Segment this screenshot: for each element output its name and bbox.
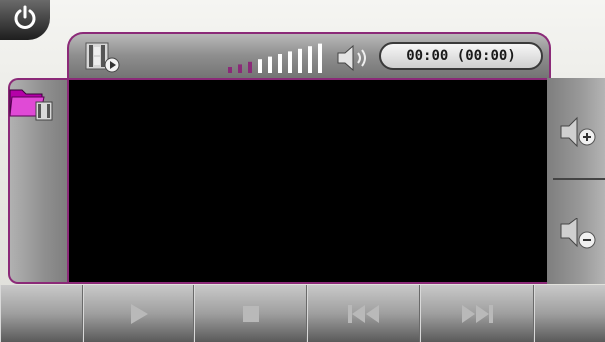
previous-button[interactable] xyxy=(307,285,420,342)
volume-level-bars[interactable] xyxy=(224,43,334,75)
transport-spacer-right xyxy=(534,285,605,342)
right-panel xyxy=(547,78,605,284)
play-icon xyxy=(130,303,148,324)
volume-up-icon[interactable] xyxy=(557,115,601,149)
previous-icon xyxy=(347,304,379,323)
volume-bar[interactable] xyxy=(308,46,312,73)
volume-bar[interactable] xyxy=(278,54,282,73)
right-panel-divider xyxy=(553,178,605,180)
stop-button[interactable] xyxy=(194,285,307,342)
next-icon xyxy=(462,304,493,323)
volume-down-icon[interactable] xyxy=(557,218,601,252)
volume-bar[interactable] xyxy=(288,51,292,73)
stop-icon xyxy=(242,305,259,322)
video-display[interactable] xyxy=(67,78,549,284)
volume-bar[interactable] xyxy=(248,61,252,73)
speaker-icon[interactable] xyxy=(335,43,375,73)
play-button[interactable] xyxy=(83,285,194,342)
volume-bar[interactable] xyxy=(318,43,322,73)
transport-bar xyxy=(0,285,605,342)
power-button[interactable] xyxy=(0,0,50,40)
next-button[interactable] xyxy=(420,285,534,342)
transport-spacer-left xyxy=(0,285,83,342)
volume-bar[interactable] xyxy=(258,59,262,73)
volume-bar[interactable] xyxy=(238,64,242,73)
volume-bar[interactable] xyxy=(228,67,232,73)
power-icon xyxy=(14,5,36,29)
folder-video-icon[interactable] xyxy=(8,84,56,122)
top-bar: 00:00 (00:00) xyxy=(67,32,551,82)
video-file-icon xyxy=(85,42,120,73)
time-display: 00:00 (00:00) xyxy=(379,42,543,70)
volume-bar[interactable] xyxy=(268,56,272,73)
volume-bar[interactable] xyxy=(298,48,302,73)
